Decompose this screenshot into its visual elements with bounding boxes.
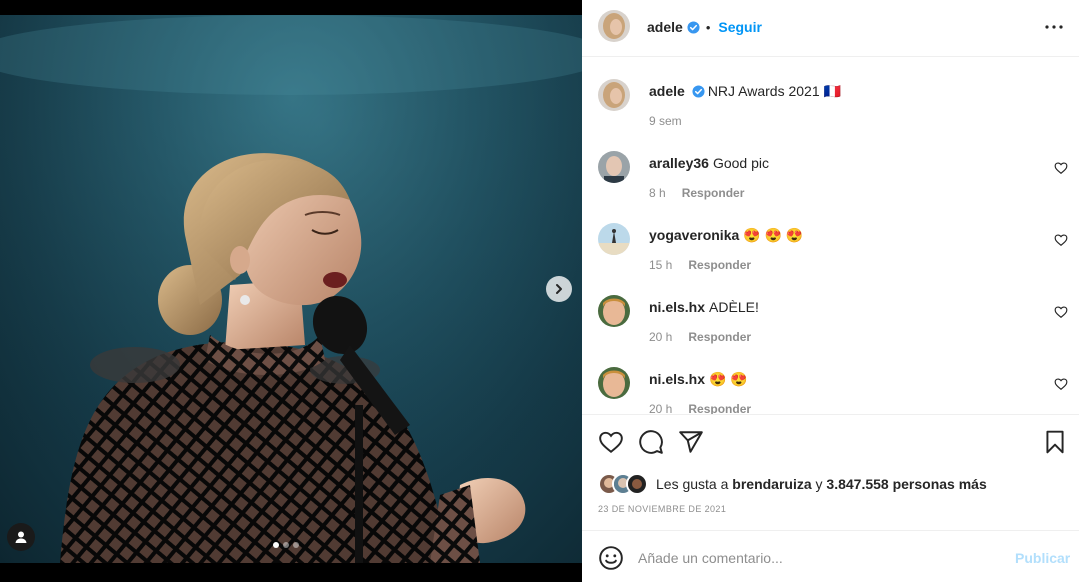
comment-meta: 8 h Responder <box>649 186 744 200</box>
heart-icon[interactable] <box>1054 377 1068 391</box>
comment-time[interactable]: 15 h <box>649 258 672 272</box>
heart-icon[interactable] <box>1054 233 1068 247</box>
likes-prefix: Les gusta a <box>656 476 729 492</box>
post-photo <box>0 15 582 563</box>
reply-button[interactable]: Responder <box>688 258 751 272</box>
comment-body: ADÈLE! <box>709 299 759 315</box>
caption-time[interactable]: 9 sem <box>649 114 682 128</box>
comment-text: ni.els.hx 😍 😍 <box>649 370 748 388</box>
commenter-avatar[interactable] <box>598 367 630 399</box>
comment-text: aralley36 Good pic <box>649 154 769 172</box>
verified-badge-icon <box>687 20 700 34</box>
author-username[interactable]: adele <box>647 19 683 35</box>
comment-composer: Publicar <box>582 530 1079 582</box>
carousel-next-button[interactable] <box>546 276 572 302</box>
separator-dot: • <box>705 19 711 35</box>
caption-meta: 9 sem <box>649 114 682 128</box>
heart-icon[interactable] <box>1054 161 1068 175</box>
likes-summary: Les gusta a brendaruiza y 3.847.558 pers… <box>598 473 987 495</box>
comment-body: 😍 😍 <box>709 371 748 387</box>
comment-time[interactable]: 8 h <box>649 186 666 200</box>
reply-button[interactable]: Responder <box>688 402 751 414</box>
liker-username[interactable]: brendaruiza <box>732 476 811 492</box>
commenter-avatar[interactable] <box>598 151 630 183</box>
comment-meta: 15 h Responder <box>649 258 751 272</box>
caption-username[interactable]: adele <box>649 82 685 100</box>
comment-time[interactable]: 20 h <box>649 330 672 344</box>
carousel-indicator <box>273 542 299 548</box>
follow-button[interactable]: Seguir <box>718 19 762 35</box>
author-line: adele • Seguir <box>647 19 762 35</box>
heart-icon[interactable] <box>1054 305 1068 319</box>
likes-conj: y <box>815 476 823 492</box>
commenter-avatar[interactable] <box>598 223 630 255</box>
post-details-panel: adele • Seguir adele NRJ Awards 2021 🇫🇷 … <box>582 0 1079 582</box>
comment-username[interactable]: aralley36 <box>649 155 709 171</box>
caption-body: NRJ Awards 2021 🇫🇷 <box>707 83 841 99</box>
verified-badge-icon <box>692 84 705 98</box>
likes-count[interactable]: 3.847.558 personas más <box>826 476 986 492</box>
liker-avatar[interactable] <box>626 473 648 495</box>
reply-button[interactable]: Responder <box>682 186 745 200</box>
user-tags-button[interactable] <box>7 523 35 551</box>
publish-button[interactable]: Publicar <box>1015 550 1070 566</box>
more-options-icon <box>1045 25 1063 29</box>
author-avatar[interactable] <box>598 10 630 42</box>
carousel-dot <box>273 542 279 548</box>
post-header: adele • Seguir <box>582 0 1079 57</box>
comment-username[interactable]: yogaveronika <box>649 227 739 243</box>
comment-button[interactable] <box>638 429 664 455</box>
comment-meta: 20 h Responder <box>649 330 751 344</box>
share-button[interactable] <box>678 429 704 455</box>
carousel-dot <box>283 542 289 548</box>
comment-username[interactable]: ni.els.hx <box>649 299 705 315</box>
caption-text: adele NRJ Awards 2021 🇫🇷 <box>649 82 841 100</box>
save-button[interactable] <box>1042 429 1068 455</box>
comment-body: Good pic <box>712 155 769 171</box>
author-avatar[interactable] <box>598 79 630 111</box>
user-tag-icon <box>15 531 27 543</box>
comment-body: 😍 😍 😍 <box>743 227 804 243</box>
comments-list[interactable]: adele NRJ Awards 2021 🇫🇷 9 sem aralley36… <box>582 57 1079 414</box>
comment-text: yogaveronika 😍 😍 😍 <box>649 226 803 244</box>
like-button[interactable] <box>598 429 624 455</box>
chevron-right-icon <box>556 284 562 294</box>
comment-input[interactable] <box>638 547 998 569</box>
comment-time[interactable]: 20 h <box>649 402 672 414</box>
likes-text: Les gusta a brendaruiza y 3.847.558 pers… <box>656 476 987 492</box>
post-date[interactable]: 23 DE NOVIEMBRE DE 2021 <box>598 504 726 514</box>
comment-text: ni.els.hx ADÈLE! <box>649 298 759 316</box>
carousel-dot <box>293 542 299 548</box>
more-options-button[interactable] <box>1044 18 1064 36</box>
reply-button[interactable]: Responder <box>688 330 751 344</box>
commenter-avatar[interactable] <box>598 295 630 327</box>
post-actions: Les gusta a brendaruiza y 3.847.558 pers… <box>582 414 1079 530</box>
comment-username[interactable]: ni.els.hx <box>649 371 705 387</box>
emoji-icon[interactable] <box>598 545 624 571</box>
post-media[interactable] <box>0 0 582 582</box>
comment-meta: 20 h Responder <box>649 402 751 414</box>
